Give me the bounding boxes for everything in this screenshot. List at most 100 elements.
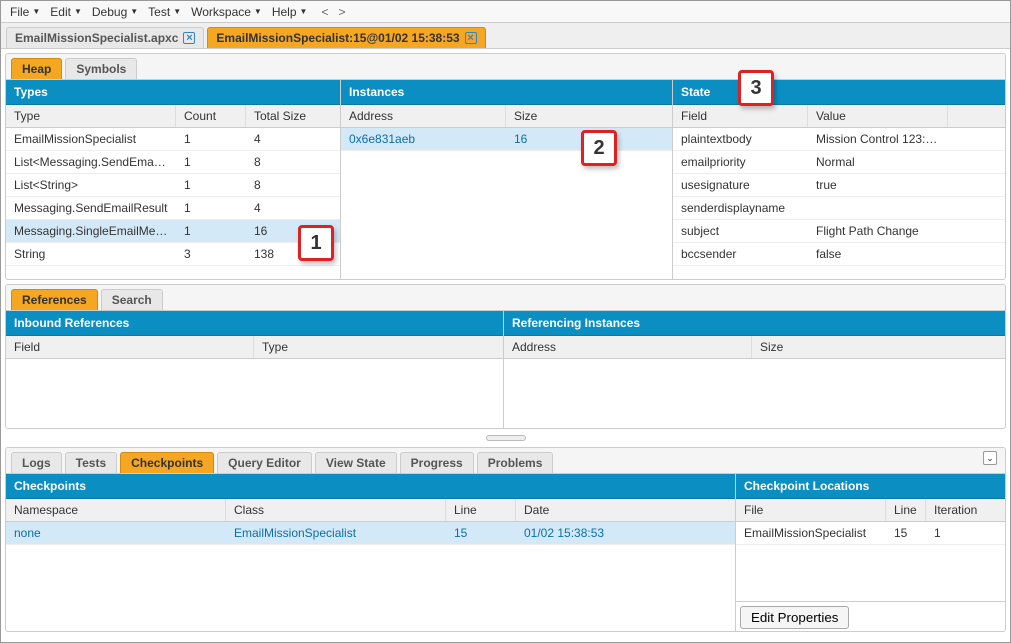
file-tab-apxc[interactable]: EmailMissionSpecialist.apxc × <box>6 27 204 48</box>
caret-icon: ▼ <box>130 7 138 16</box>
col-size[interactable]: Size <box>752 336 1005 358</box>
drag-handle[interactable] <box>1 433 1010 443</box>
references-tabs: References Search <box>6 285 1005 311</box>
table-cell: senderdisplayname <box>673 197 808 219</box>
col-file[interactable]: File <box>736 499 886 521</box>
table-cell <box>948 243 1005 265</box>
heap-tabs: Heap Symbols <box>6 54 1005 80</box>
tab-symbols[interactable]: Symbols <box>65 58 137 79</box>
col-count[interactable]: Count <box>176 105 246 127</box>
tab-problems[interactable]: Problems <box>477 452 554 473</box>
col-date[interactable]: Date <box>516 499 735 521</box>
table-cell: none <box>6 522 226 544</box>
col-total[interactable]: Total Size <box>246 105 340 127</box>
table-row[interactable]: plaintextbodyMission Control 123: Yo... <box>673 128 1005 151</box>
menu-edit[interactable]: Edit▼ <box>46 3 86 21</box>
tab-checkpoints[interactable]: Checkpoints <box>120 452 214 473</box>
table-cell: 1 <box>176 151 246 173</box>
col-line[interactable]: Line <box>446 499 516 521</box>
table-cell: String <box>6 243 176 265</box>
menu-help[interactable]: Help▼ <box>268 3 312 21</box>
file-tab-checkpoint[interactable]: EmailMissionSpecialist:15@01/02 15:38:53… <box>207 27 485 48</box>
caret-icon: ▼ <box>254 7 262 16</box>
state-header: State <box>673 80 1005 105</box>
state-grid-head: Field Value <box>673 105 1005 128</box>
table-cell <box>948 128 1005 150</box>
table-row[interactable]: Messaging.SingleEmailMessage116 <box>6 220 340 243</box>
caret-icon: ▼ <box>300 7 308 16</box>
col-address[interactable]: Address <box>504 336 752 358</box>
table-row[interactable]: subjectFlight Path Change <box>673 220 1005 243</box>
types-grid-body: EmailMissionSpecialist14List<Messaging.S… <box>6 128 340 266</box>
table-cell: false <box>808 243 948 265</box>
table-row[interactable]: String3138 <box>6 243 340 266</box>
table-row[interactable]: emailpriorityNormal <box>673 151 1005 174</box>
table-cell: EmailMissionSpecialist <box>226 522 446 544</box>
table-cell: subject <box>673 220 808 242</box>
nav-forward[interactable]: > <box>338 5 345 19</box>
caret-icon: ▼ <box>173 7 181 16</box>
inbound-header: Inbound References <box>6 311 503 336</box>
table-cell: 1 <box>176 220 246 242</box>
tab-heap[interactable]: Heap <box>11 58 62 79</box>
col-line[interactable]: Line <box>886 499 926 521</box>
tab-references[interactable]: References <box>11 289 98 310</box>
table-row[interactable]: 0x6e831aeb16 <box>341 128 672 151</box>
col-extra <box>948 105 1005 127</box>
tab-tests[interactable]: Tests <box>65 452 117 473</box>
table-cell: emailpriority <box>673 151 808 173</box>
table-row[interactable]: List<String>18 <box>6 174 340 197</box>
col-type[interactable]: Type <box>6 105 176 127</box>
table-cell: bccsender <box>673 243 808 265</box>
col-namespace[interactable]: Namespace <box>6 499 226 521</box>
col-iteration[interactable]: Iteration <box>926 499 1005 521</box>
refinst-panel: Referencing Instances Address Size <box>504 311 1005 429</box>
nav-back[interactable]: < <box>321 5 328 19</box>
tab-search[interactable]: Search <box>101 289 163 310</box>
table-cell <box>948 174 1005 196</box>
col-value[interactable]: Value <box>808 105 948 127</box>
table-row[interactable]: EmailMissionSpecialist151 <box>736 522 1005 545</box>
table-cell <box>948 151 1005 173</box>
table-row[interactable]: usesignaturetrue <box>673 174 1005 197</box>
table-cell: EmailMissionSpecialist <box>6 128 176 150</box>
table-cell <box>948 220 1005 242</box>
menu-file[interactable]: File▼ <box>6 3 44 21</box>
col-field[interactable]: Field <box>6 336 254 358</box>
tab-logs[interactable]: Logs <box>11 452 62 473</box>
edit-properties-button[interactable]: Edit Properties <box>740 606 849 629</box>
close-icon[interactable]: × <box>183 32 195 44</box>
table-row[interactable]: List<Messaging.SendEmailRes...18 <box>6 151 340 174</box>
caret-icon: ▼ <box>32 7 40 16</box>
col-type[interactable]: Type <box>254 336 503 358</box>
col-address[interactable]: Address <box>341 105 506 127</box>
instances-grid-head: Address Size <box>341 105 672 128</box>
table-row[interactable]: EmailMissionSpecialist14 <box>6 128 340 151</box>
table-row[interactable]: noneEmailMissionSpecialist1501/02 15:38:… <box>6 522 735 545</box>
expand-icon[interactable]: ⌄ <box>983 451 997 465</box>
menu-test[interactable]: Test▼ <box>144 3 185 21</box>
table-cell: Messaging.SingleEmailMessage <box>6 220 176 242</box>
callout-3: 3 <box>738 70 774 106</box>
tab-query-editor[interactable]: Query Editor <box>217 452 312 473</box>
tab-view-state[interactable]: View State <box>315 452 397 473</box>
table-cell: 4 <box>246 128 340 150</box>
col-field[interactable]: Field <box>673 105 808 127</box>
menu-debug[interactable]: Debug▼ <box>88 3 142 21</box>
table-row[interactable]: senderdisplayname <box>673 197 1005 220</box>
col-size[interactable]: Size <box>506 105 672 127</box>
caret-icon: ▼ <box>74 7 82 16</box>
state-panel: State Field Value plaintextbodyMission C… <box>673 80 1005 280</box>
table-row[interactable]: Messaging.SendEmailResult14 <box>6 197 340 220</box>
table-row[interactable]: bccsenderfalse <box>673 243 1005 266</box>
locations-grid-head: File Line Iteration <box>736 499 1005 522</box>
callout-2: 2 <box>581 130 617 166</box>
table-cell: 15 <box>446 522 516 544</box>
table-cell: usesignature <box>673 174 808 196</box>
close-icon[interactable]: × <box>465 32 477 44</box>
table-cell: 0x6e831aeb <box>341 128 506 150</box>
col-class[interactable]: Class <box>226 499 446 521</box>
menu-workspace[interactable]: Workspace▼ <box>187 3 266 21</box>
tab-progress[interactable]: Progress <box>400 452 474 473</box>
inbound-grid-head: Field Type <box>6 336 503 359</box>
